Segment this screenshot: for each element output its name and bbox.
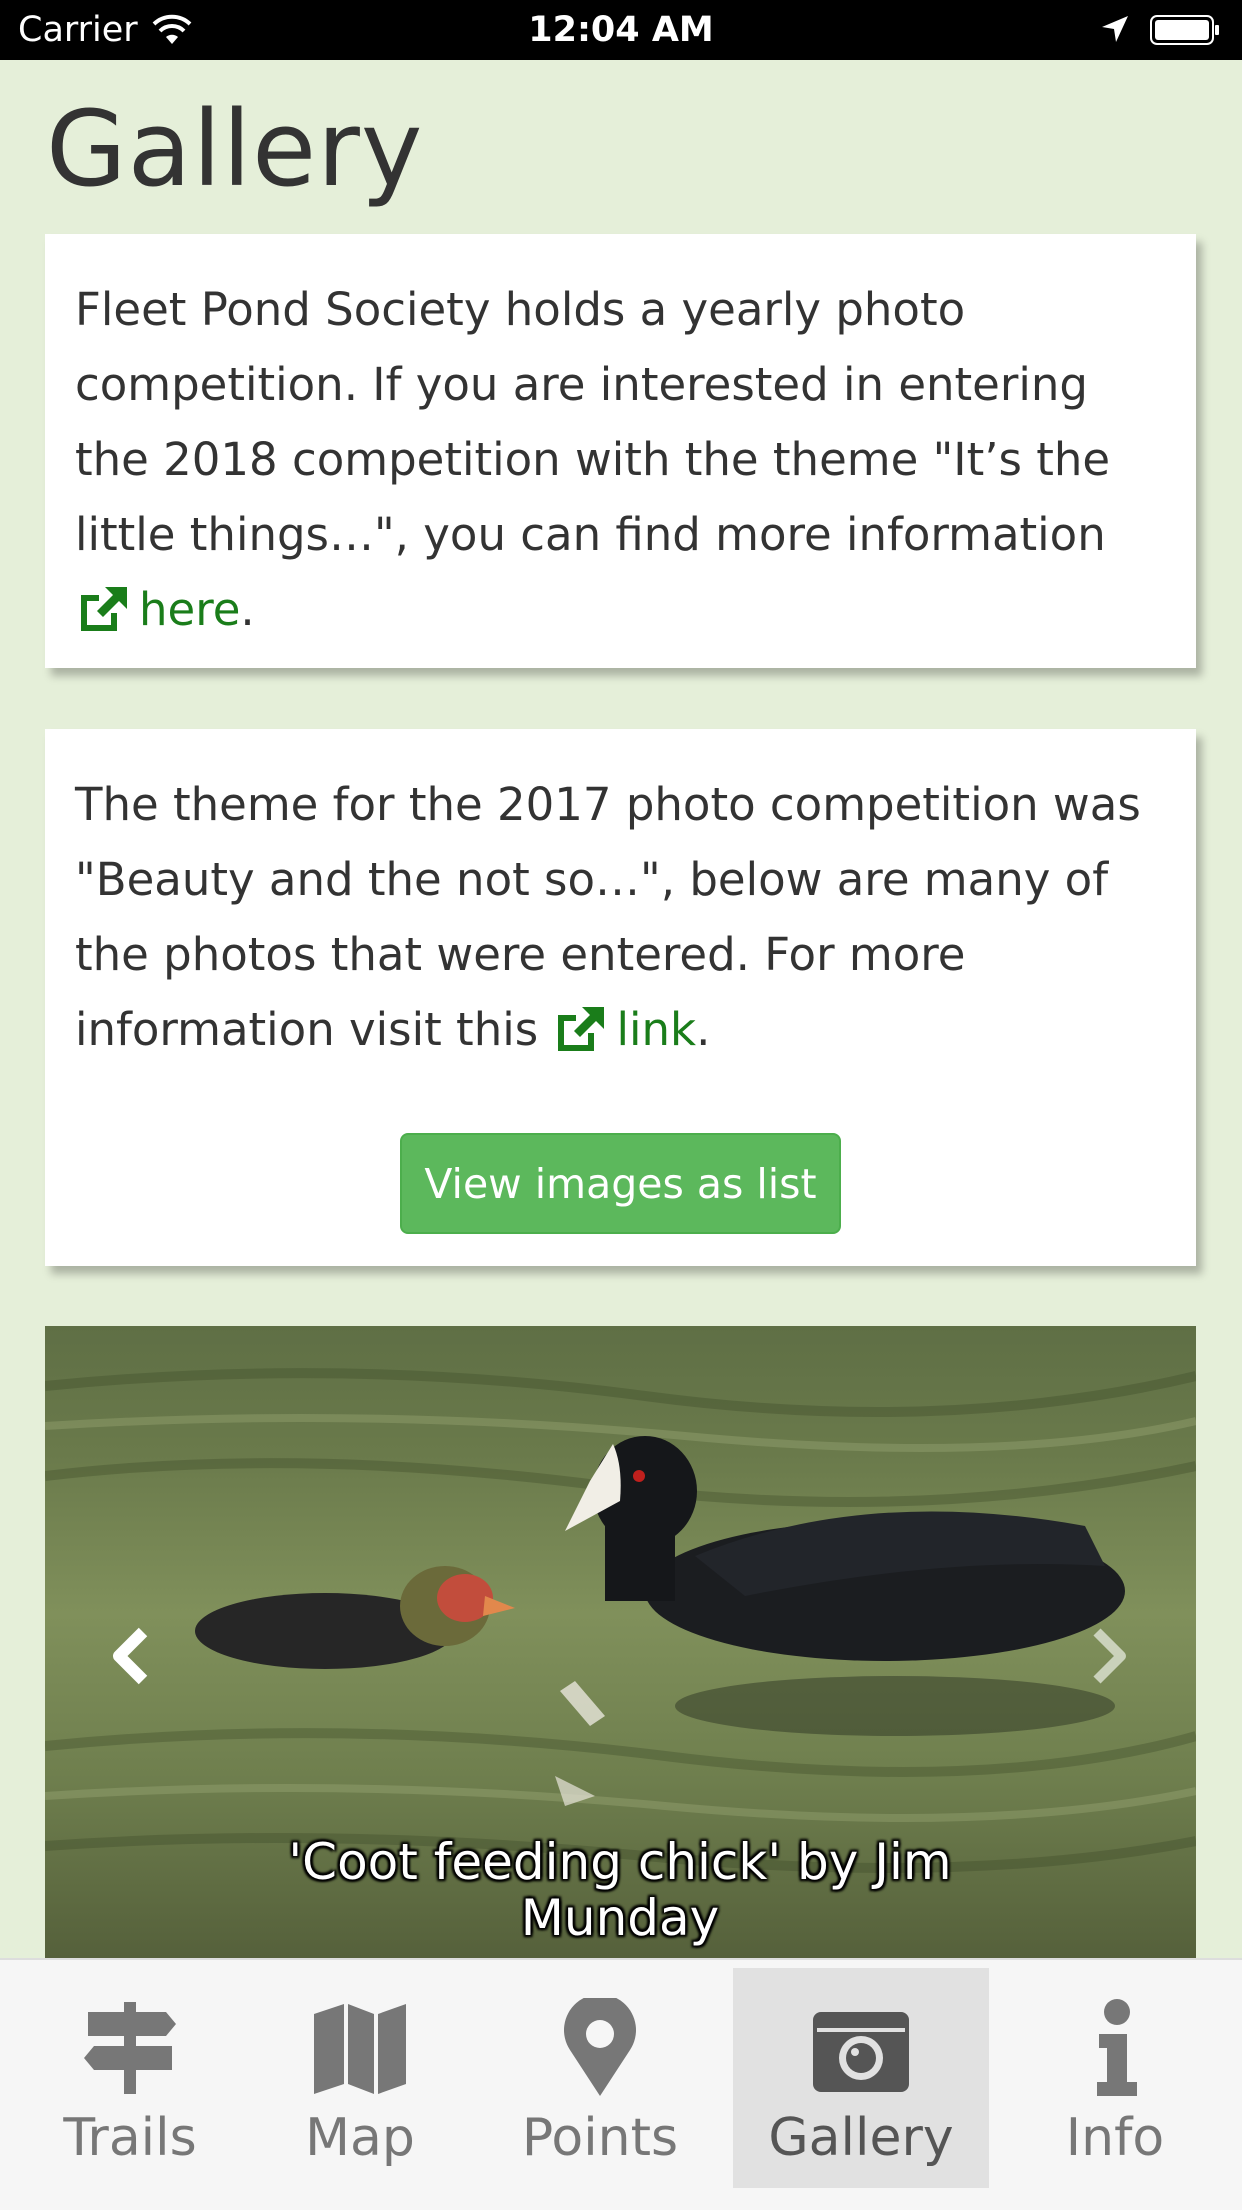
here-link-label: here (139, 583, 241, 636)
photo-carousel[interactable]: 'Coot feeding chick' by Jim Munday (45, 1326, 1196, 1966)
photo-caption: 'Coot feeding chick' by Jim Munday (288, 1833, 952, 1947)
competition-2017-text: The theme for the 2017 photo competition… (75, 767, 1165, 1067)
tab-gallery-label: Gallery (768, 2108, 954, 2168)
info-link-label: link (616, 1003, 697, 1056)
tab-map-label: Map (305, 2108, 415, 2168)
tab-points[interactable]: Points (485, 1968, 715, 2188)
page-title: Gallery (46, 88, 424, 210)
battery-icon (1150, 15, 1219, 45)
info-link[interactable]: link (552, 1003, 696, 1056)
view-images-as-list-button[interactable]: View images as list (400, 1133, 841, 1234)
tab-points-label: Points (521, 2108, 679, 2168)
here-link[interactable]: here (75, 583, 240, 636)
chevron-left-icon[interactable] (105, 1626, 155, 1686)
external-link-icon (81, 587, 127, 631)
tab-info-label: Info (1065, 2108, 1165, 2168)
period: . (696, 1003, 711, 1056)
clock: 12:04 AM (528, 10, 714, 50)
competition-2018-body: Fleet Pond Society holds a yearly photo … (75, 283, 1111, 561)
competition-2018-text: Fleet Pond Society holds a yearly photo … (75, 272, 1165, 647)
competition-2017-card: The theme for the 2017 photo competition… (45, 729, 1196, 1266)
location-arrow-icon (1102, 16, 1128, 42)
status-bar: Carrier 12:04 AM (0, 0, 1242, 60)
chevron-right-icon[interactable] (1085, 1626, 1135, 1686)
tab-map[interactable]: Map (245, 1968, 475, 2188)
map-icon (314, 2004, 406, 2094)
period: . (240, 583, 255, 636)
tab-bar: Trails Map Points Gallery Info (0, 1958, 1242, 2210)
signpost-icon (84, 2002, 176, 2094)
competition-info-card: Fleet Pond Society holds a yearly photo … (45, 234, 1196, 668)
info-icon (1097, 1999, 1137, 2096)
map-pin-icon (564, 1998, 636, 2096)
external-link-icon (558, 1007, 605, 1051)
tab-trails-label: Trails (63, 2108, 197, 2168)
tab-gallery[interactable]: Gallery (733, 1968, 989, 2188)
tab-info[interactable]: Info (1000, 1968, 1230, 2188)
tab-trails[interactable]: Trails (15, 1968, 245, 2188)
camera-icon (813, 2012, 909, 2092)
